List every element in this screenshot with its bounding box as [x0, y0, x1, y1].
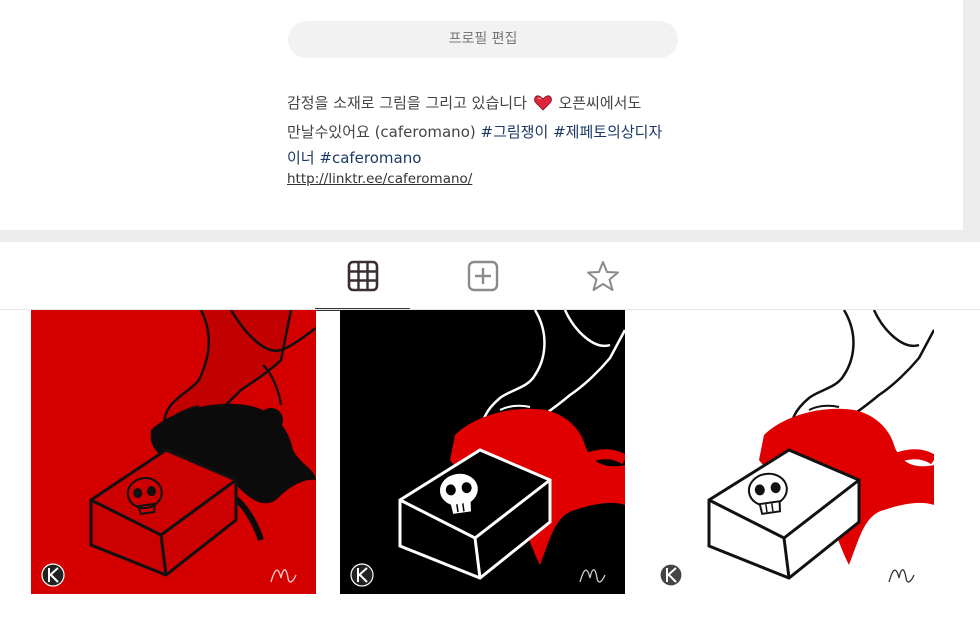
- grid-icon: [347, 260, 378, 292]
- bio-text: 오픈씨에서도: [558, 94, 642, 112]
- hashtag-link[interactable]: #caferomano: [319, 149, 421, 167]
- hashtag-link[interactable]: 이너: [287, 149, 315, 167]
- gallery-post[interactable]: [649, 310, 934, 594]
- gallery-post[interactable]: [31, 310, 316, 594]
- edit-profile-button[interactable]: 프로필 편집: [288, 21, 678, 58]
- tab-add[interactable]: [435, 242, 530, 310]
- plus-square-icon: [467, 260, 498, 292]
- artwork-image: [340, 310, 625, 594]
- tab-favorites[interactable]: [555, 242, 650, 310]
- heart-icon: [533, 93, 552, 119]
- bio-text: 감정을 소재로 그림을 그리고 있습니다: [287, 94, 527, 112]
- profile-bio: 감정을 소재로 그림을 그리고 있습니다 오픈씨에서도 만날수있어요 (cafe…: [287, 90, 677, 171]
- profile-external-link[interactable]: http://linktr.ee/caferomano/: [287, 171, 472, 187]
- hashtag-link[interactable]: #제페토의상디자: [553, 123, 662, 141]
- bio-text: 만날수있어요 (caferomano): [287, 123, 476, 141]
- gallery-post[interactable]: [340, 310, 625, 594]
- profile-card: 프로필 편집 감정을 소재로 그림을 그리고 있습니다 오픈씨에서도 만날수있어…: [0, 0, 963, 230]
- star-icon: [586, 261, 619, 291]
- scroll-gutter: [963, 0, 980, 230]
- artwork-image: [31, 310, 316, 594]
- tab-grid[interactable]: [315, 242, 410, 311]
- artwork-image: [649, 310, 934, 594]
- gallery-section: [0, 242, 980, 619]
- hashtag-link[interactable]: #그림쟁이: [481, 123, 549, 141]
